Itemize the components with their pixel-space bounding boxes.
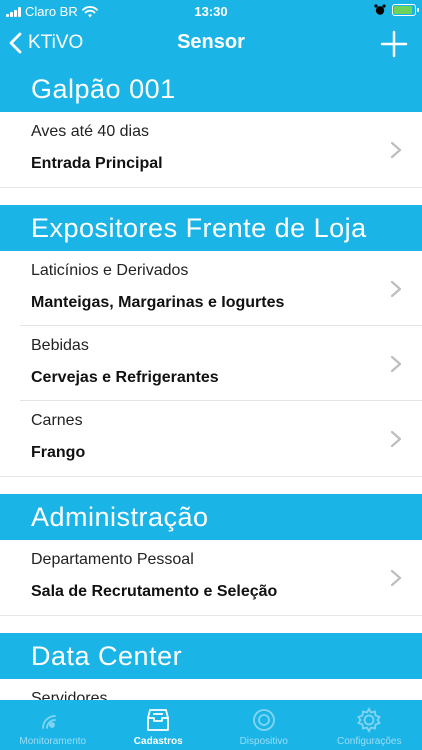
gear-icon <box>357 707 382 733</box>
status-time: 13:30 <box>194 4 228 19</box>
list-item[interactable]: Bebidas Cervejas e Refrigerantes <box>20 326 422 401</box>
device-icon <box>252 709 275 731</box>
section-divider <box>0 615 422 633</box>
chevron-right-icon <box>390 430 402 448</box>
tab-label: Dispositivo <box>239 736 288 747</box>
status-right <box>374 4 419 16</box>
row-subtitle: Departamento Pessoal <box>31 551 194 568</box>
list-item[interactable]: Carnes Frango <box>20 401 422 476</box>
row-subtitle: Carnes <box>31 412 83 429</box>
status-bar: Claro BR 13:30 <box>0 0 422 22</box>
chevron-right-icon <box>390 355 402 373</box>
row-title: Sala de Recrutamento e Seleção <box>31 583 278 600</box>
add-icon[interactable] <box>378 28 410 60</box>
row-title: Frango <box>31 444 86 461</box>
section-rows: Departamento Pessoal Sala de Recrutament… <box>0 540 422 615</box>
section-rows: Aves até 40 dias Entrada Principal <box>0 112 422 187</box>
section-divider <box>0 187 422 205</box>
list-item[interactable]: Departamento Pessoal Sala de Recrutament… <box>20 540 422 615</box>
row-subtitle: Bebidas <box>31 337 89 354</box>
pulse-icon <box>41 715 56 729</box>
tab-label: Cadastros <box>133 736 183 747</box>
row-title: Cervejas e Refrigerantes <box>31 369 219 386</box>
row-title: Entrada Principal <box>31 155 163 172</box>
tab-label: Monitoramento <box>19 736 87 747</box>
tab-cadastros[interactable]: Cadastros <box>106 700 212 750</box>
list-item[interactable]: Laticínios e Derivados Manteigas, Margar… <box>20 251 422 326</box>
inbox-icon <box>147 709 170 731</box>
tab-configuracoes[interactable]: Configurações <box>317 700 422 750</box>
tab-monitoramento[interactable]: Monitoramento <box>0 700 106 750</box>
chevron-right-icon <box>390 141 402 159</box>
list-item[interactable]: Aves até 40 dias Entrada Principal <box>20 112 422 187</box>
section-divider <box>0 476 422 494</box>
page-title: Sensor <box>177 31 245 53</box>
section-header: Expositores Frente de Loja <box>0 205 422 251</box>
section-header: Data Center <box>0 633 422 679</box>
list-item[interactable]: Servidores <box>20 679 422 700</box>
section-rows: Servidores <box>0 679 422 700</box>
sensor-list: Galpão 001 Aves até 40 dias Entrada Prin… <box>0 66 422 700</box>
row-title: Manteigas, Margarinas e Iogurtes <box>31 294 285 311</box>
battery-icon <box>392 4 419 16</box>
section-header: Galpão 001 <box>0 66 422 112</box>
row-subtitle: Aves até 40 dias <box>31 123 150 140</box>
section-header: Administração <box>0 494 422 540</box>
row-subtitle: Servidores <box>31 690 108 700</box>
section-rows: Laticínios e Derivados Manteigas, Margar… <box>0 251 422 476</box>
tab-label: Configurações <box>337 736 402 747</box>
row-subtitle: Laticínios e Derivados <box>31 262 189 279</box>
chevron-right-icon <box>390 569 402 587</box>
tab-bar: Monitoramento Cadastros Dispositivo Conf… <box>0 700 422 750</box>
header: Claro BR 13:30 KTiVO Sensor <box>0 0 422 66</box>
chevron-right-icon <box>390 280 402 298</box>
tab-dispositivo[interactable]: Dispositivo <box>211 700 317 750</box>
nav-bar: KTiVO Sensor <box>0 22 422 66</box>
alarm-icon <box>374 4 386 15</box>
